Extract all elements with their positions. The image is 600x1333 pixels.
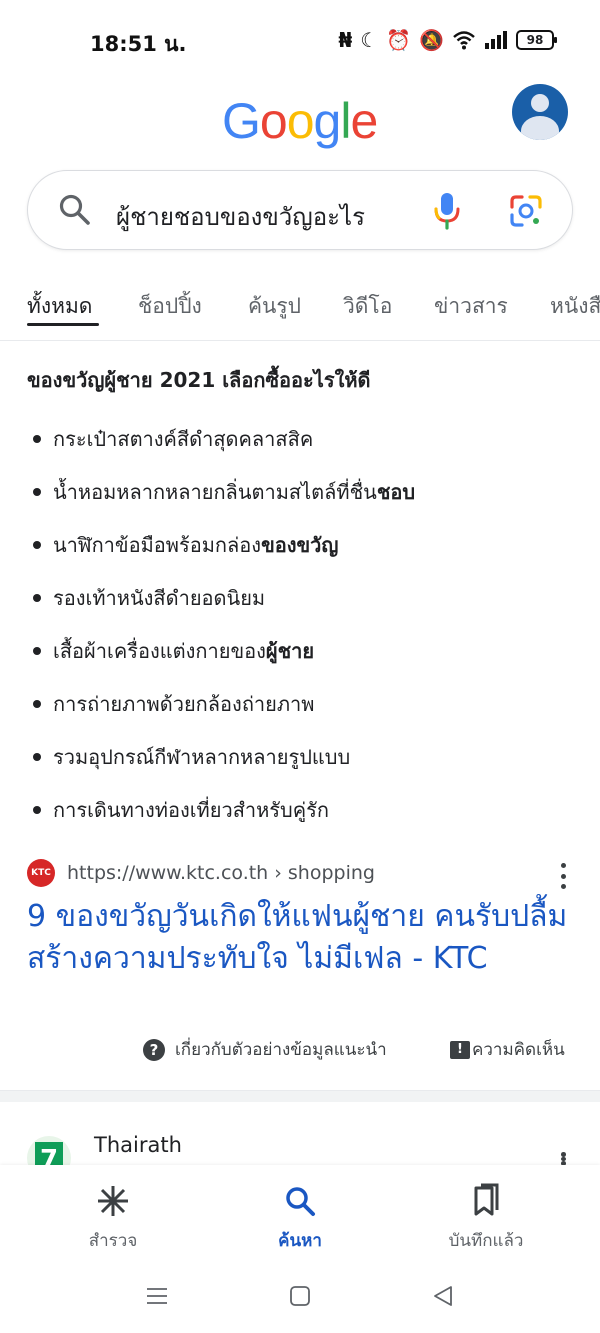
mute-icon: 🔕 [419, 28, 444, 52]
nav-discover[interactable]: สำรวจ [43, 1183, 183, 1254]
system-navigation-bar [0, 1268, 600, 1333]
help-icon: ? [143, 1038, 165, 1061]
list-item: น้ำหอมหลากหลายกลิ่นตามสไตล์ที่ชื่น ชอบ [33, 465, 583, 518]
more-options-icon[interactable] [559, 1152, 567, 1166]
home-icon[interactable] [288, 1284, 312, 1308]
list-item-text: รองเท้าหนังสีดำยอดนิยม [53, 585, 266, 610]
list-item: รองเท้าหนังสีดำยอดนิยม [33, 571, 583, 624]
logo-letter: o [286, 93, 315, 149]
battery-level: 98 [526, 33, 544, 47]
bullet-dot [33, 540, 41, 549]
search-box[interactable]: ผู้ชายชอบของขวัญอะไร [27, 170, 573, 250]
list-item: กระเป๋าสตางค์สีดำสุดคลาสสิค [33, 412, 583, 465]
tab-books[interactable]: หนังสือ [550, 290, 600, 323]
tab-all[interactable]: ทั้งหมด [27, 290, 92, 323]
bottom-navigation: สำรวจ ค้นหา บันทึกแล้ว [0, 1165, 600, 1268]
status-time: 18:51 น. [90, 32, 187, 56]
signal-icon [485, 31, 507, 49]
list-item: นาฬิกาข้อมือพร้อมกล่อง ของขวัญ [33, 518, 583, 571]
snippet-feedback-row: ? เกี่ยวกับตัวอย่างข้อมูลแนะนำ ! ความคิด… [0, 1036, 600, 1066]
tab-images[interactable]: ค้นรูป [248, 290, 301, 323]
logo-letter: e [350, 93, 378, 149]
list-item-text: การถ่ายภาพด้วยกล้องถ่ายภาพ [53, 691, 315, 716]
snippet-list: กระเป๋าสตางค์สีดำสุดคลาสสิค น้ำหอมหลากหล… [33, 412, 583, 836]
logo-letter: l [340, 93, 351, 149]
nav-discover-label: สำรวจ [88, 1231, 138, 1251]
avatar-body [521, 116, 559, 140]
logo-letter: o [259, 93, 288, 149]
tab-shopping[interactable]: ช็อปปิ้ง [138, 290, 202, 323]
bullet-dot [33, 646, 41, 655]
list-item-text: นาฬิกาข้อมือพร้อมกล่อง [53, 532, 262, 557]
section-divider [0, 1090, 600, 1102]
logo-letter: G [222, 93, 261, 149]
feedback-label: ความคิดเห็น [472, 1040, 565, 1060]
bullet-dot [33, 699, 41, 708]
back-icon[interactable] [431, 1284, 455, 1308]
battery-icon: 98 [516, 30, 557, 50]
feedback-icon: ! [450, 1040, 470, 1059]
search-tabs: ทั้งหมด ช็อปปิ้ง ค้นรูป วิดีโอ ข่าวสาร ห… [0, 290, 600, 340]
list-item: เสื้อผ้าเครื่องแต่งกายของ ผู้ชาย [33, 624, 583, 677]
about-snippets-label: เกี่ยวกับตัวอย่างข้อมูลแนะนำ [175, 1040, 387, 1060]
about-snippets-link[interactable]: ? เกี่ยวกับตัวอย่างข้อมูลแนะนำ [143, 1036, 387, 1063]
status-icons: ₦ ☾ ⏰ 🔕 98 [338, 28, 557, 52]
result-url[interactable]: https://www.ktc.co.th › shopping [67, 862, 375, 884]
list-item-text: กระเป๋าสตางค์สีดำสุดคลาสสิค [53, 426, 314, 451]
avatar-head [531, 94, 549, 112]
list-item-bold: ชอบ [376, 479, 416, 504]
tab-news[interactable]: ข่าวสาร [434, 290, 508, 323]
feedback-link[interactable]: ! ความคิดเห็น [450, 1036, 565, 1063]
result-source[interactable]: KTC https://www.ktc.co.th › shopping [27, 858, 375, 888]
list-item-text: น้ำหอมหลากหลายกลิ่นตามสไตล์ที่ชื่น [53, 479, 377, 504]
list-item: การถ่ายภาพด้วยกล้องถ่ายภาพ [33, 677, 583, 730]
list-item: การเดินทางท่องเที่ยวสำหรับคู่รัก [33, 783, 583, 836]
microphone-icon[interactable] [432, 191, 462, 231]
nav-search[interactable]: ค้นหา [230, 1183, 370, 1254]
alarm-icon: ⏰ [386, 28, 412, 52]
next-result-source[interactable]: Thairath [94, 1133, 182, 1157]
search-input[interactable]: ผู้ชายชอบของขวัญอะไร [116, 197, 365, 236]
ktc-favicon: KTC [27, 859, 55, 887]
list-item: รวมอุปกรณ์กีฬาหลากหลายรูปแบบ [33, 730, 583, 783]
bullet-dot [33, 434, 41, 443]
asterisk-icon [98, 1186, 128, 1216]
result-title-link[interactable]: 9 ของขวัญวันเกิดให้แฟนผู้ชาย คนรับปลื้ม … [27, 896, 572, 980]
nav-search-label: ค้นหา [278, 1231, 322, 1251]
wifi-icon [453, 31, 475, 50]
nfc-icon: ₦ [338, 28, 353, 52]
snippet-heading: ของขวัญผู้ชาย 2021 เลือกซื้ออะไรให้ดี [27, 368, 371, 392]
bullet-dot [33, 487, 41, 496]
list-item-bold: ของขวัญ [261, 532, 339, 557]
nav-saved-label: บันทึกแล้ว [448, 1231, 524, 1251]
menu-icon[interactable] [145, 1284, 169, 1308]
more-options-icon[interactable] [559, 863, 567, 889]
bullet-dot [33, 593, 41, 602]
search-icon[interactable] [58, 193, 92, 227]
list-item-text: รวมอุปกรณ์กีฬาหลากหลายรูปแบบ [53, 744, 351, 769]
list-item-text: การเดินทางท่องเที่ยวสำหรับคู่รัก [53, 797, 329, 822]
list-item-text: เสื้อผ้าเครื่องแต่งกายของ [53, 638, 266, 663]
search-icon [286, 1187, 315, 1216]
bullet-dot [33, 805, 41, 814]
logo-letter: g [313, 93, 342, 149]
active-tab-indicator [27, 323, 99, 326]
status-bar: 18:51 น. ₦ ☾ ⏰ 🔕 98 [0, 0, 600, 80]
nav-saved[interactable]: บันทึกแล้ว [416, 1183, 556, 1254]
account-avatar[interactable] [512, 84, 568, 140]
google-lens-icon[interactable] [508, 193, 544, 229]
google-logo[interactable]: Google [222, 92, 378, 150]
tab-videos[interactable]: วิดีโอ [343, 290, 392, 323]
moon-icon: ☾ [360, 28, 379, 52]
bookmark-icon [474, 1183, 499, 1216]
tabs-divider [0, 340, 600, 341]
list-item-bold: ผู้ชาย [265, 638, 315, 663]
bullet-dot [33, 752, 41, 761]
